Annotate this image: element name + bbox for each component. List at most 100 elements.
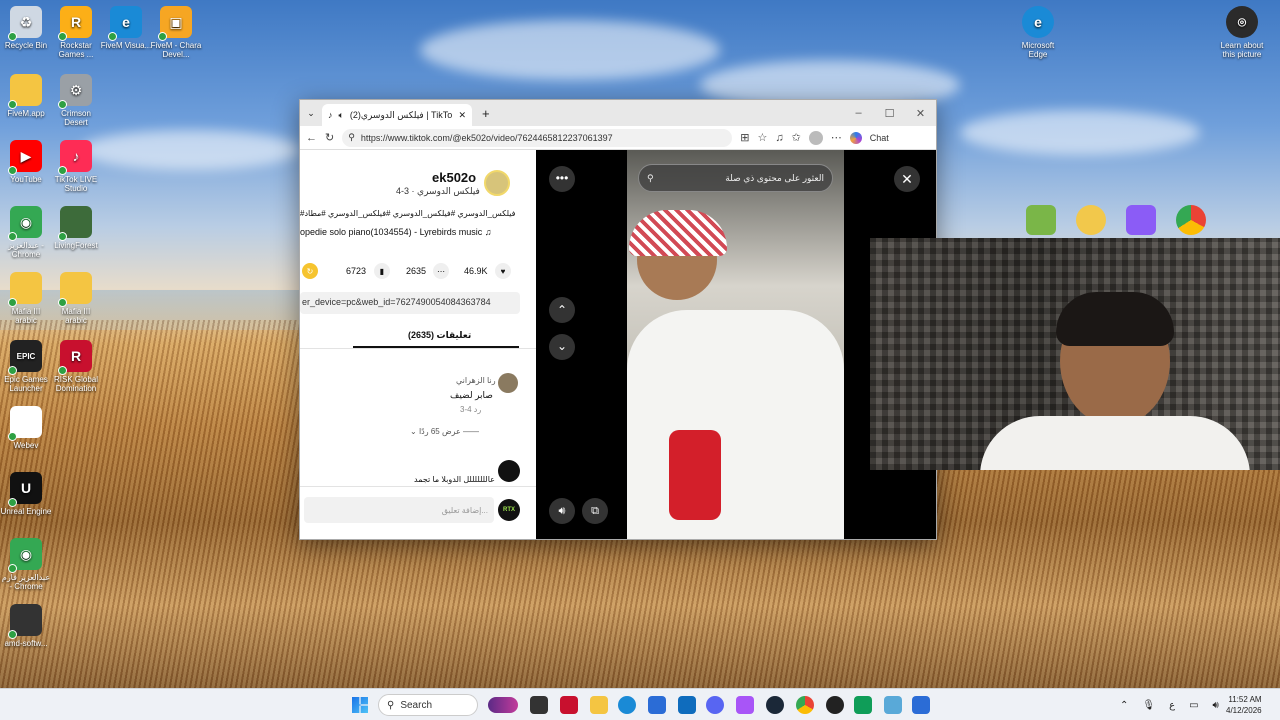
webcam-person-body	[980, 416, 1250, 470]
edge-icon[interactable]	[618, 696, 636, 714]
commenter-name[interactable]: رنا الزهراني	[456, 376, 496, 385]
favorites-icon[interactable]: ✩	[792, 131, 801, 144]
game-icon[interactable]	[1026, 205, 1056, 235]
heart-icon[interactable]: ♥	[495, 263, 511, 279]
video-frame[interactable]	[627, 150, 844, 539]
minimize-button[interactable]: –	[843, 107, 874, 120]
app-icon[interactable]	[912, 696, 930, 714]
discord-icon[interactable]	[706, 696, 724, 714]
desktop-icon[interactable]: R RISK Global Domination	[50, 340, 102, 393]
desktop-icon[interactable]: ◉ عبدالعزيز فارم - Chrome	[0, 538, 52, 591]
speaker-icon[interactable]: 🔈︎	[339, 110, 344, 121]
back-icon[interactable]: ←	[306, 132, 317, 144]
chat-label[interactable]: Chat	[870, 133, 889, 143]
more-icon[interactable]: ⋯	[831, 131, 842, 144]
share-icon[interactable]: ↻	[302, 263, 318, 279]
desktop-icon[interactable]: EPIC Epic Games Launcher	[0, 340, 52, 393]
close-window-button[interactable]: ✕	[905, 107, 936, 120]
app-icon[interactable]	[826, 696, 844, 714]
chrome-icon[interactable]	[796, 696, 814, 714]
profile-icon[interactable]	[808, 130, 823, 145]
more-options-icon[interactable]: •••	[549, 166, 575, 192]
extension-icon[interactable]: ♫	[775, 132, 783, 144]
volume-icon[interactable]: 🔊︎	[549, 498, 575, 524]
network-icon[interactable]: ▭	[1189, 700, 1198, 711]
url-field[interactable]: ⚲ https://www.tiktok.com/@ek502o/video/7…	[342, 128, 733, 147]
store-icon[interactable]	[648, 696, 666, 714]
tab-comments[interactable]: تعليقات (2635)	[408, 330, 471, 341]
desktop-icon[interactable]: ⚙ Crimson Desert	[50, 74, 102, 127]
app-icon[interactable]	[736, 696, 754, 714]
video-search-bar[interactable]: ⚲ العثور على محتوى ذي صلة	[638, 164, 833, 192]
desktop-icon-label: Crimson Desert	[61, 109, 91, 127]
desktop-icon[interactable]: ▣ FiveM - Chara Devel...	[150, 6, 202, 59]
outlook-icon[interactable]	[678, 696, 696, 714]
bookmark-icon[interactable]: ▮	[374, 263, 390, 279]
copilot-icon[interactable]	[849, 131, 862, 144]
commenter-avatar[interactable]	[498, 373, 518, 393]
app-icon[interactable]: ⊞	[740, 131, 749, 144]
author-avatar[interactable]	[484, 170, 510, 196]
game-icon[interactable]	[1076, 205, 1106, 235]
refresh-icon[interactable]: ↻	[325, 131, 334, 144]
microphone-icon[interactable]: 🎙︎	[1142, 700, 1155, 711]
view-replies-button[interactable]: ⌄ عرض 65 ردًا ——	[410, 427, 479, 436]
desktop-icon[interactable]: Mafia III arabic	[0, 272, 52, 325]
desktop-icon[interactable]: e FiveM Visua...	[100, 6, 152, 50]
comment-icon[interactable]: ⋯	[433, 263, 449, 279]
site-info-icon[interactable]: ⚲	[348, 132, 355, 143]
tab-tiktok[interactable]: ♪ 🔈︎ (2)فيلكس الدوسري | TikTok (2o ✕	[322, 104, 472, 126]
comment-input[interactable]: إضافة تعليق...	[304, 497, 494, 523]
my-avatar[interactable]: RTX	[498, 499, 520, 521]
taskbar-widget[interactable]	[488, 697, 518, 713]
app-icon[interactable]	[560, 696, 578, 714]
clock[interactable]: 11:52 AM 4/12/2026	[1226, 689, 1262, 720]
app-icon[interactable]	[884, 696, 902, 714]
start-button[interactable]	[352, 697, 368, 713]
volume-icon[interactable]: 🔊︎	[1213, 700, 1219, 711]
chevron-up-icon[interactable]: ⌃	[549, 297, 575, 323]
share-link-box[interactable]: er_device=pc&web_id=7627490054084363784	[300, 292, 520, 314]
desktop-icon[interactable]: ◉ عبدالعزيز - Chrome	[0, 206, 52, 259]
desktop-icon[interactable]: FiveM.app	[0, 74, 52, 118]
tab-actions-icon[interactable]: ⌄	[300, 108, 322, 119]
desktop-icon[interactable]: ♻ Recycle Bin	[0, 6, 52, 50]
app-icon[interactable]	[854, 696, 872, 714]
page-content: ek502o فيلكس الدوسري · 3-4 #فيلكس_الدوسر…	[300, 150, 936, 539]
sync-check-icon	[58, 298, 67, 307]
steam-icon[interactable]	[766, 696, 784, 714]
taskbar-search[interactable]: ⚲ Search	[378, 694, 478, 716]
desktop-icon[interactable]: U Unreal Engine	[0, 472, 52, 516]
favorite-icon[interactable]: ☆	[757, 131, 767, 144]
desktop-icon[interactable]: Webev	[0, 406, 52, 450]
desktop-icon[interactable]: Mafia III arabic	[50, 272, 102, 325]
desktop-icon[interactable]: LivingForest	[50, 206, 102, 250]
new-tab-button[interactable]: +	[482, 106, 490, 121]
desktop-icon[interactable]: R Rockstar Games ...	[50, 6, 102, 59]
desktop-icon-edge[interactable]: e Microsoft Edge	[1012, 6, 1064, 59]
sync-check-icon	[8, 630, 17, 639]
music-title[interactable]: opedie solo piano(1034554) - Lyrebirds m…	[300, 227, 492, 237]
sync-check-icon	[58, 232, 67, 241]
desktop-icon[interactable]: ▶ YouTube	[0, 140, 52, 184]
chrome-icon[interactable]	[1176, 205, 1206, 235]
chevron-up-icon[interactable]: ⌃	[1120, 700, 1128, 711]
task-view-icon[interactable]	[530, 696, 548, 714]
commenter2-avatar[interactable]	[498, 460, 520, 482]
app-icon	[8, 604, 42, 639]
desktop-icon[interactable]: ♪ TikTok LIVE Studio	[50, 140, 102, 193]
close-icon[interactable]: ✕	[458, 110, 466, 121]
desktop-icon-row-right	[1026, 205, 1206, 235]
video-hashtags[interactable]: #فيلكس_الدوسري #فيلكس_الدوسري #فيلكس_الد…	[300, 209, 515, 218]
game-icon[interactable]	[1126, 205, 1156, 235]
language-indicator[interactable]: ع	[1169, 700, 1175, 711]
pip-icon[interactable]: ⧉	[582, 498, 608, 524]
maximize-button[interactable]: ☐	[874, 107, 905, 120]
chevron-down-nav-icon[interactable]: ⌄	[549, 334, 575, 360]
author-username[interactable]: ek502o	[432, 170, 476, 185]
file-explorer-icon[interactable]	[590, 696, 608, 714]
desktop-icon-learn-picture[interactable]: ⌾ Learn about this picture	[1216, 6, 1268, 59]
browser-window: ⌄ ♪ 🔈︎ (2)فيلكس الدوسري | TikTok (2o ✕ +…	[299, 99, 937, 540]
close-video-icon[interactable]: ✕	[894, 166, 920, 192]
desktop-icon[interactable]: amd-softw...	[0, 604, 52, 648]
